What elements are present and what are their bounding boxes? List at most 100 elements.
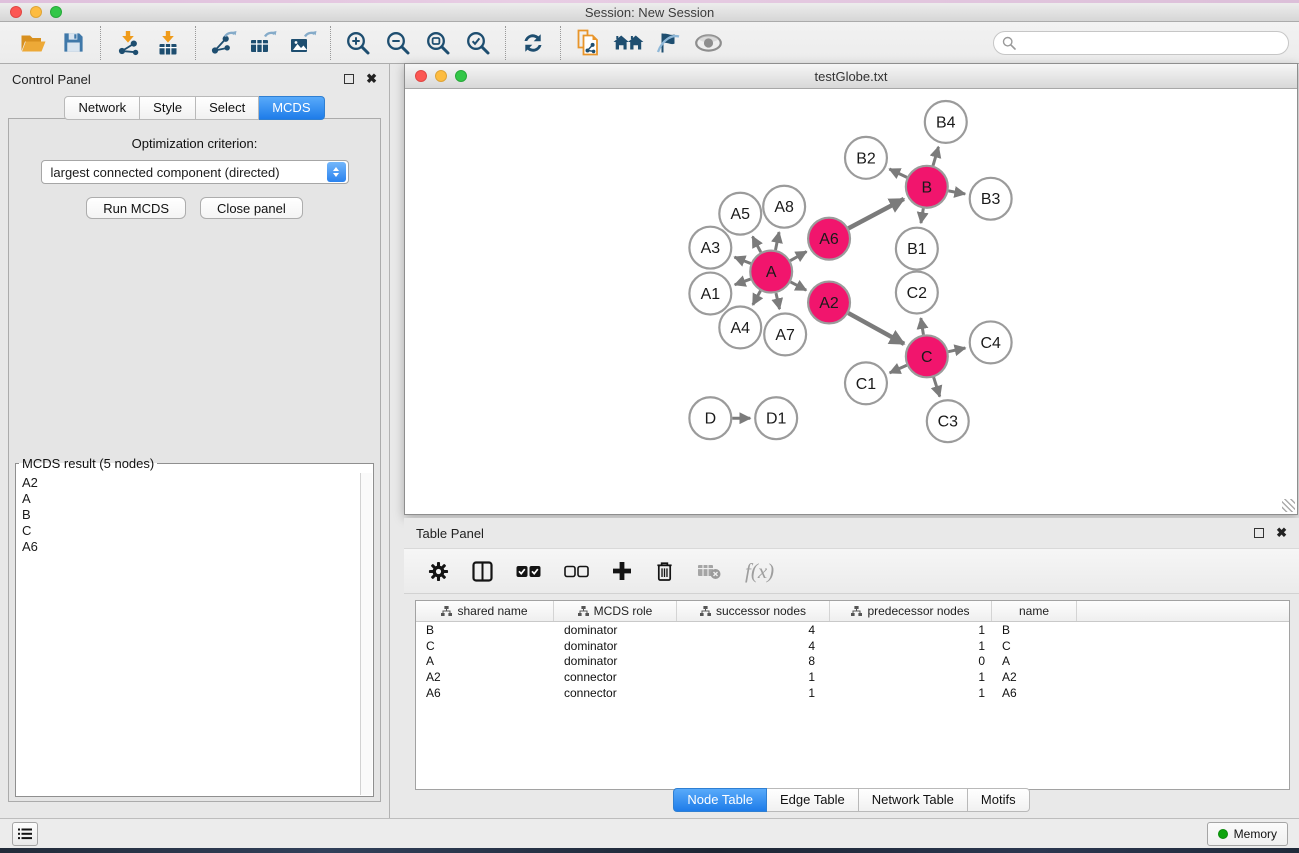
column-header-name[interactable]: name — [992, 601, 1077, 621]
tab-edge-table[interactable]: Edge Table — [767, 788, 859, 812]
graph-node-A8[interactable]: A8 — [763, 186, 805, 228]
close-table-panel-icon[interactable]: ✖ — [1276, 528, 1287, 538]
tab-mcds[interactable]: MCDS — [259, 96, 324, 120]
column-header-mcds-role[interactable]: MCDS role — [554, 601, 677, 621]
table-row[interactable]: A2connector11A2 — [416, 669, 1289, 685]
column-header-predecessor-nodes[interactable]: predecessor nodes — [830, 601, 992, 621]
home-view-button[interactable] — [610, 26, 646, 60]
window-resize-grip[interactable] — [1282, 499, 1295, 512]
graph-node-B[interactable]: B — [906, 166, 948, 208]
graph-edge-A-A7[interactable] — [776, 293, 780, 309]
mcds-result-item[interactable]: B — [22, 507, 360, 523]
export-image-button[interactable] — [285, 26, 321, 60]
mcds-result-list[interactable]: A2ABCA6 — [17, 473, 360, 795]
column-header-successor-nodes[interactable]: successor nodes — [677, 601, 830, 621]
graph-edge-A-A8[interactable] — [775, 232, 779, 250]
zoom-fit-button[interactable] — [420, 26, 456, 60]
float-panel-icon[interactable] — [344, 74, 354, 84]
function-builder-button[interactable]: f(x) — [745, 559, 774, 584]
network-graph[interactable]: B4B2BB3A8A5A6A3B1AA1C2A2A4A7C4CC1DD1C3 — [405, 90, 1297, 514]
graph-edge-A-A5[interactable] — [753, 237, 761, 253]
table-row[interactable]: Adominator80A — [416, 654, 1289, 670]
graph-node-C[interactable]: C — [906, 335, 948, 377]
graph-node-C1[interactable]: C1 — [845, 362, 887, 404]
deselect-all-button[interactable] — [564, 565, 589, 578]
graph-edge-A6-B[interactable] — [848, 199, 903, 228]
graph-edge-A-A2[interactable] — [791, 282, 807, 290]
graph-edge-B-B1[interactable] — [921, 208, 923, 223]
add-column-button[interactable] — [612, 561, 632, 581]
graph-node-C4[interactable]: C4 — [970, 321, 1012, 363]
float-table-panel-icon[interactable] — [1254, 528, 1264, 538]
table-row[interactable]: A6connector11A6 — [416, 685, 1289, 701]
mcds-result-item[interactable]: A2 — [22, 475, 360, 491]
hide-panels-button[interactable] — [650, 26, 686, 60]
column-header-shared-name[interactable]: shared name — [416, 601, 554, 621]
graph-edge-B-B3[interactable] — [948, 191, 965, 194]
tab-motifs[interactable]: Motifs — [968, 788, 1030, 812]
show-details-button[interactable] — [690, 26, 726, 60]
graph-node-A[interactable]: A — [750, 251, 792, 293]
tab-select[interactable]: Select — [196, 96, 259, 120]
graph-node-B2[interactable]: B2 — [845, 137, 887, 179]
network-canvas[interactable]: B4B2BB3A8A5A6A3B1AA1C2A2A4A7C4CC1DD1C3 — [405, 90, 1297, 514]
graph-node-A5[interactable]: A5 — [719, 193, 761, 235]
graph-node-A7[interactable]: A7 — [764, 313, 806, 355]
delete-column-button[interactable] — [655, 560, 674, 582]
network-zoom-button[interactable] — [455, 70, 467, 82]
result-scrollbar[interactable] — [360, 473, 372, 795]
graph-node-A1[interactable]: A1 — [689, 273, 731, 315]
search-input[interactable] — [1016, 35, 1280, 50]
memory-button[interactable]: Memory — [1207, 822, 1288, 846]
graph-node-A3[interactable]: A3 — [689, 227, 731, 269]
graph-node-B3[interactable]: B3 — [970, 178, 1012, 220]
graph-node-D1[interactable]: D1 — [755, 397, 797, 439]
graph-edge-A2-C[interactable] — [848, 313, 904, 344]
zoom-selected-button[interactable] — [460, 26, 496, 60]
graph-edge-C-C3[interactable] — [934, 377, 940, 396]
graph-edge-A-A1[interactable] — [735, 279, 751, 285]
minimize-window-button[interactable] — [30, 6, 42, 18]
graph-node-A4[interactable]: A4 — [719, 306, 761, 348]
column-settings-button[interactable] — [428, 561, 449, 582]
tab-style[interactable]: Style — [140, 96, 196, 120]
refresh-button[interactable] — [515, 26, 551, 60]
graph-node-B1[interactable]: B1 — [896, 228, 938, 270]
tab-network-table[interactable]: Network Table — [859, 788, 968, 812]
network-close-button[interactable] — [415, 70, 427, 82]
import-network-button[interactable] — [110, 26, 146, 60]
graph-edge-A-A3[interactable] — [734, 257, 750, 263]
select-all-button[interactable] — [516, 565, 541, 578]
close-panel-icon[interactable]: ✖ — [366, 74, 377, 84]
mcds-result-item[interactable]: A6 — [22, 539, 360, 555]
network-window-titlebar[interactable]: testGlobe.txt — [405, 64, 1297, 89]
graph-node-D[interactable]: D — [689, 397, 731, 439]
graph-node-C2[interactable]: C2 — [896, 272, 938, 314]
split-view-button[interactable] — [472, 561, 493, 582]
export-network-button[interactable] — [205, 26, 241, 60]
zoom-in-button[interactable] — [340, 26, 376, 60]
import-table-button[interactable] — [150, 26, 186, 60]
mcds-result-item[interactable]: C — [22, 523, 360, 539]
close-panel-button[interactable]: Close panel — [200, 197, 303, 219]
graph-edge-C-C1[interactable] — [890, 365, 907, 373]
criterion-dropdown[interactable]: largest connected component (directed) — [41, 160, 349, 184]
graph-node-A6[interactable]: A6 — [808, 218, 850, 260]
table-row[interactable]: Cdominator41C — [416, 638, 1289, 654]
graph-edge-A-A4[interactable] — [753, 291, 761, 305]
clone-network-button[interactable] — [570, 26, 606, 60]
graph-edge-B-B2[interactable] — [889, 169, 907, 177]
task-history-button[interactable] — [12, 822, 38, 846]
graph-node-A2[interactable]: A2 — [808, 282, 850, 324]
delete-table-button[interactable] — [697, 563, 722, 580]
open-session-button[interactable] — [15, 26, 51, 60]
search-box[interactable] — [993, 31, 1289, 55]
zoom-window-button[interactable] — [50, 6, 62, 18]
graph-edge-C-C2[interactable] — [921, 318, 924, 335]
zoom-out-button[interactable] — [380, 26, 416, 60]
graph-edge-B-B4[interactable] — [933, 147, 938, 166]
graph-node-C3[interactable]: C3 — [927, 400, 969, 442]
table-row[interactable]: Bdominator41B — [416, 622, 1289, 638]
tab-node-table[interactable]: Node Table — [673, 788, 767, 812]
graph-edge-A-A6[interactable] — [790, 252, 806, 261]
